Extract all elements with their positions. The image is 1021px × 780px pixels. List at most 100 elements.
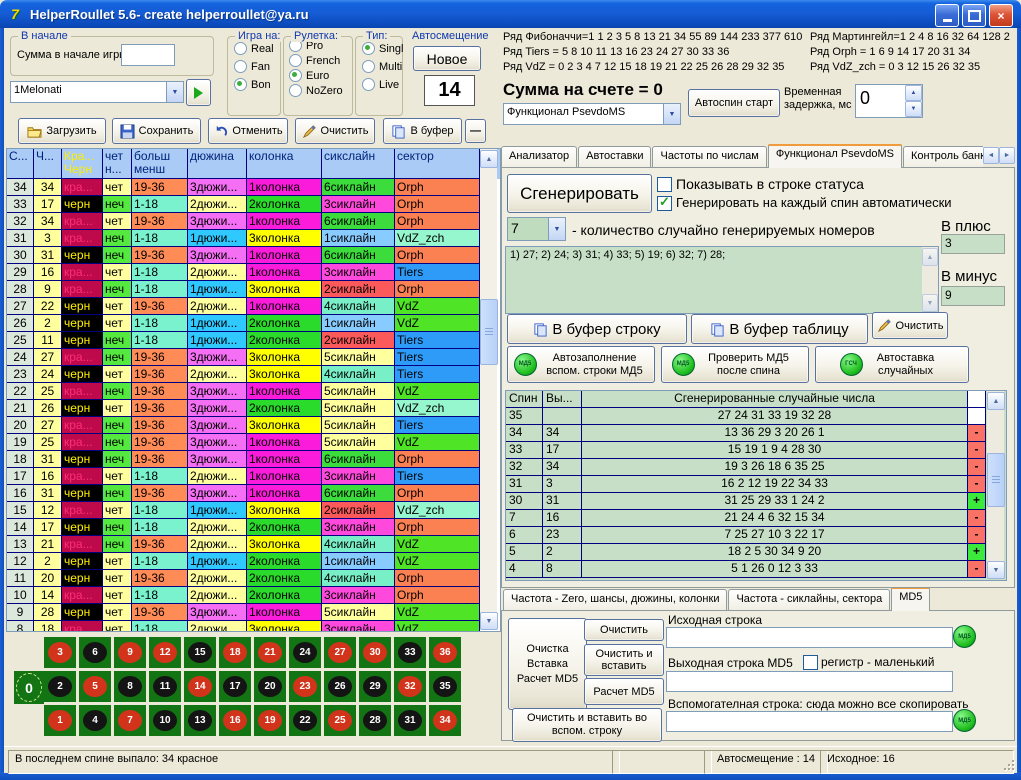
radio-icon[interactable]: [289, 69, 302, 82]
scroll-up-icon[interactable]: ▲: [987, 392, 1005, 410]
radio-icon[interactable]: [362, 60, 375, 73]
tab-scroll-left-icon[interactable]: ◄: [983, 147, 999, 164]
radio-icon[interactable]: [362, 42, 375, 55]
autobet-random-button[interactable]: ГСЧ Автоставка случайных: [815, 346, 969, 383]
clear-paste-aux-button[interactable]: Очистить и вставить во вспом. строку: [512, 708, 662, 742]
radio-icon[interactable]: [234, 42, 247, 55]
spin-table-scrollbar[interactable]: ▲ ▼: [987, 391, 1004, 578]
generated-numbers-area[interactable]: 1) 27; 2) 24; 3) 31; 4) 33; 5) 19; 6) 32…: [505, 246, 939, 314]
clear-button[interactable]: Очистить: [295, 118, 375, 144]
board-number-14[interactable]: 14: [184, 671, 216, 702]
board-number-7[interactable]: 7: [114, 705, 146, 736]
start-sum-input[interactable]: [121, 44, 175, 66]
maximize-button[interactable]: [962, 4, 986, 27]
board-number-11[interactable]: 11: [149, 671, 181, 702]
functional-combobox[interactable]: Функционал PsevdoMS ▼: [503, 103, 681, 125]
md5-source-button[interactable]: МД5: [953, 625, 976, 648]
count-combobox[interactable]: 7 ▼: [507, 217, 566, 241]
aux-string-input[interactable]: [666, 711, 953, 732]
board-number-21[interactable]: 21: [254, 637, 286, 668]
radio-icon[interactable]: [289, 54, 302, 67]
clear-generated-button[interactable]: Очистить: [872, 312, 948, 339]
board-number-32[interactable]: 32: [394, 671, 426, 702]
board-number-1[interactable]: 1: [44, 705, 76, 736]
board-number-13[interactable]: 13: [184, 705, 216, 736]
md5-calc-button[interactable]: Расчет MD5: [584, 678, 664, 705]
output-string-input[interactable]: [666, 671, 953, 692]
scroll-down-icon[interactable]: ▼: [987, 561, 1005, 579]
spinner-down-icon[interactable]: ▼: [905, 101, 922, 117]
buffer-table-button[interactable]: В буфер таблицу: [691, 314, 868, 344]
radio-option-Multi[interactable]: Multi: [362, 60, 402, 73]
history-scrollbar[interactable]: ▲ ▼: [480, 149, 497, 629]
board-number-34[interactable]: 34: [429, 705, 461, 736]
tab-Частота - сиклайны, сектора[interactable]: Частота - сиклайны, сектора: [728, 589, 890, 611]
board-number-29[interactable]: 29: [359, 671, 391, 702]
generate-button[interactable]: Сгенерировать: [507, 174, 652, 213]
buffer-row-button[interactable]: В буфер строку: [507, 314, 687, 344]
board-number-28[interactable]: 28: [359, 705, 391, 736]
autofill-md5-button[interactable]: МД5 Автозаполнение вспом. строки МД5: [507, 346, 655, 383]
board-number-15[interactable]: 15: [184, 637, 216, 668]
radio-option-French[interactable]: French: [289, 54, 352, 67]
scroll-down-icon[interactable]: ▼: [480, 612, 498, 630]
board-number-2[interactable]: 2: [44, 671, 76, 702]
md5-clear-button[interactable]: Очистить: [584, 619, 664, 641]
board-number-26[interactable]: 26: [324, 671, 356, 702]
board-number-9[interactable]: 9: [114, 637, 146, 668]
board-number-8[interactable]: 8: [114, 671, 146, 702]
radio-option-Live[interactable]: Live: [362, 78, 402, 91]
undo-button[interactable]: Отменить: [208, 118, 288, 144]
resize-grip[interactable]: [1001, 757, 1015, 771]
radio-icon[interactable]: [234, 60, 247, 73]
new-offset-button[interactable]: Новое: [413, 46, 481, 71]
board-number-6[interactable]: 6: [79, 637, 111, 668]
board-number-12[interactable]: 12: [149, 637, 181, 668]
board-number-36[interactable]: 36: [429, 637, 461, 668]
show-in-status-checkbox[interactable]: [657, 177, 672, 192]
check-md5-button[interactable]: МД5 Проверить МД5 после спина: [661, 346, 809, 383]
board-number-5[interactable]: 5: [79, 671, 111, 702]
generate-each-spin-checkbox[interactable]: [657, 196, 672, 211]
tab-scroll-right-icon[interactable]: ►: [999, 147, 1015, 164]
md5-aux-button[interactable]: МД5: [953, 709, 976, 732]
play-button[interactable]: [186, 79, 211, 106]
board-number-24[interactable]: 24: [289, 637, 321, 668]
spinner-up-icon[interactable]: ▲: [905, 85, 922, 101]
chevron-down-icon[interactable]: ▼: [663, 104, 680, 124]
board-number-33[interactable]: 33: [394, 637, 426, 668]
radio-icon[interactable]: [362, 78, 375, 91]
board-number-23[interactable]: 23: [289, 671, 321, 702]
radio-option-Singl[interactable]: Singl: [362, 42, 402, 55]
tab-Автоставки[interactable]: Автоставки: [578, 146, 651, 168]
board-number-30[interactable]: 30: [359, 637, 391, 668]
md5-clear-paste-button[interactable]: Очистить и вставить: [584, 644, 664, 676]
tab-MD5[interactable]: MD5: [891, 588, 930, 611]
title-bar[interactable]: 7 HelperRoullet 5.6- create helperroulle…: [0, 0, 1021, 28]
tab-Частоты по числам[interactable]: Частоты по числам: [652, 146, 766, 168]
board-number-27[interactable]: 27: [324, 637, 356, 668]
profile-combobox[interactable]: 1Melonati ▼: [10, 81, 184, 103]
radio-option-Bon[interactable]: Bon: [234, 78, 280, 91]
history-scroll-thumb[interactable]: [480, 299, 498, 365]
tab-Функционал PsevdoMS[interactable]: Функционал PsevdoMS: [768, 144, 902, 168]
scroll-up-icon[interactable]: ▲: [922, 248, 938, 266]
load-button[interactable]: Загрузить: [18, 118, 106, 144]
board-number-17[interactable]: 17: [219, 671, 251, 702]
board-number-20[interactable]: 20: [254, 671, 286, 702]
board-number-35[interactable]: 35: [429, 671, 461, 702]
chevron-down-icon[interactable]: ▼: [548, 218, 565, 240]
lowercase-checkbox[interactable]: [803, 655, 818, 670]
save-button[interactable]: Сохранить: [112, 118, 201, 144]
board-number-10[interactable]: 10: [149, 705, 181, 736]
scroll-up-icon[interactable]: ▲: [480, 150, 498, 168]
source-string-input[interactable]: [666, 627, 953, 648]
radio-option-Fan[interactable]: Fan: [234, 60, 280, 73]
board-number-16[interactable]: 16: [219, 705, 251, 736]
board-number-19[interactable]: 19: [254, 705, 286, 736]
spin-scroll-thumb[interactable]: [987, 453, 1005, 507]
chevron-down-icon[interactable]: ▼: [166, 82, 183, 102]
scroll-down-icon[interactable]: ▼: [922, 294, 938, 312]
minimize-button[interactable]: [935, 4, 959, 27]
radio-option-Euro[interactable]: Euro: [289, 69, 352, 82]
